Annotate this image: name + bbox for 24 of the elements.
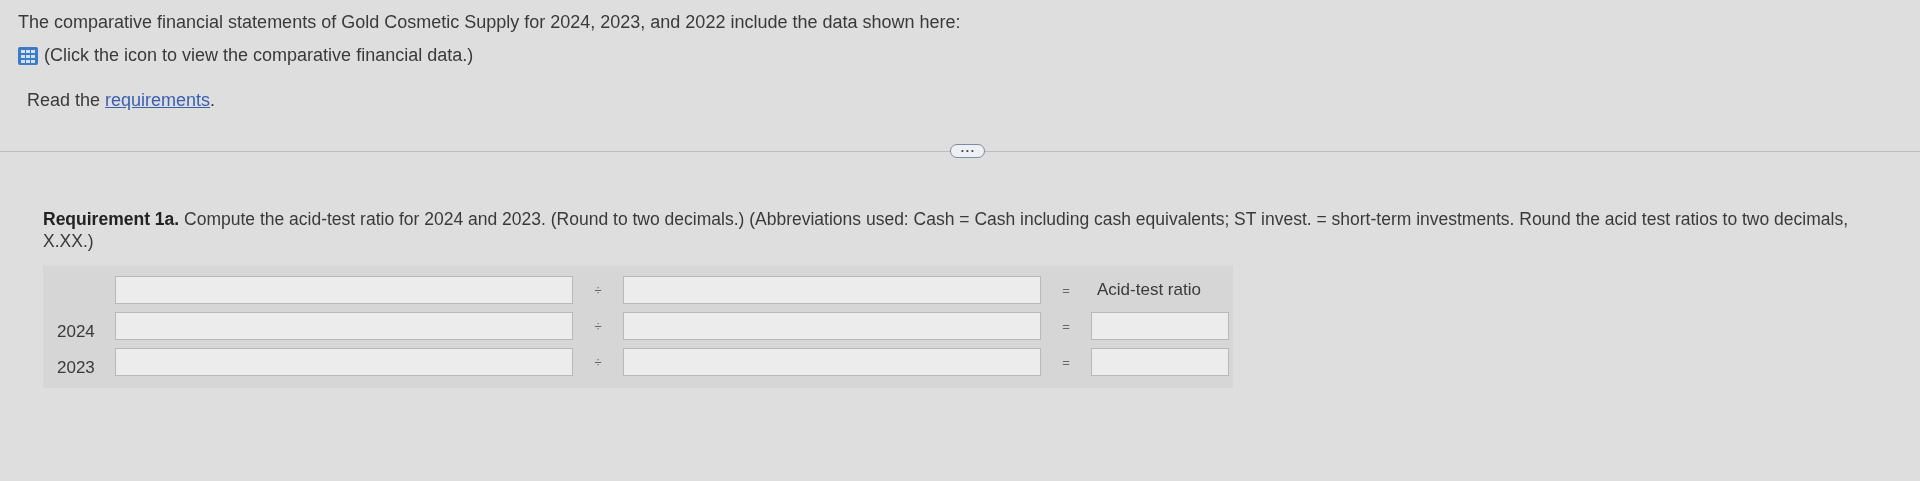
requirement-text: Requirement 1a. Compute the acid-test ratio for 2024 and 2023. (Round to two decimals.) (Abbreviations used: Cash = Cash including cash equivalents; ST invest. = short-term investments. Round the acid test ratios to two decimals, X.XX.) — [43, 208, 1849, 252]
data-link-text: (Click the icon to view the comparative financial data.) — [44, 45, 474, 66]
expand-button[interactable]: • • • — [950, 144, 985, 158]
denominator-field[interactable] — [623, 348, 1041, 376]
equals-sign: = — [1061, 354, 1071, 370]
equals-sign: = — [1061, 318, 1071, 334]
divide-sign: ÷ — [593, 354, 603, 370]
year-label: 2023 — [56, 357, 96, 378]
numerator-heading-field[interactable] — [115, 276, 573, 304]
numerator-field[interactable] — [115, 348, 573, 376]
column-heading: Acid-test ratio — [1097, 280, 1201, 300]
divide-sign: ÷ — [593, 318, 603, 334]
year-label: 2024 — [56, 321, 96, 342]
read-requirements-text: Read the requirements. — [27, 90, 217, 111]
grid-icon[interactable] — [18, 46, 38, 65]
denominator-field[interactable] — [623, 312, 1041, 340]
divide-sign: ÷ — [593, 282, 603, 298]
numerator-field[interactable] — [115, 312, 573, 340]
ratio-field[interactable] — [1091, 348, 1229, 376]
equals-sign: = — [1061, 282, 1071, 298]
requirements-link[interactable]: requirements — [105, 90, 211, 110]
denominator-heading-field[interactable] — [623, 276, 1041, 304]
intro-text: The comparative financial statements of Gold Cosmetic Supply for 2024, 2023, and 2022 include the data shown here: — [18, 12, 962, 33]
ratio-field[interactable] — [1091, 312, 1229, 340]
